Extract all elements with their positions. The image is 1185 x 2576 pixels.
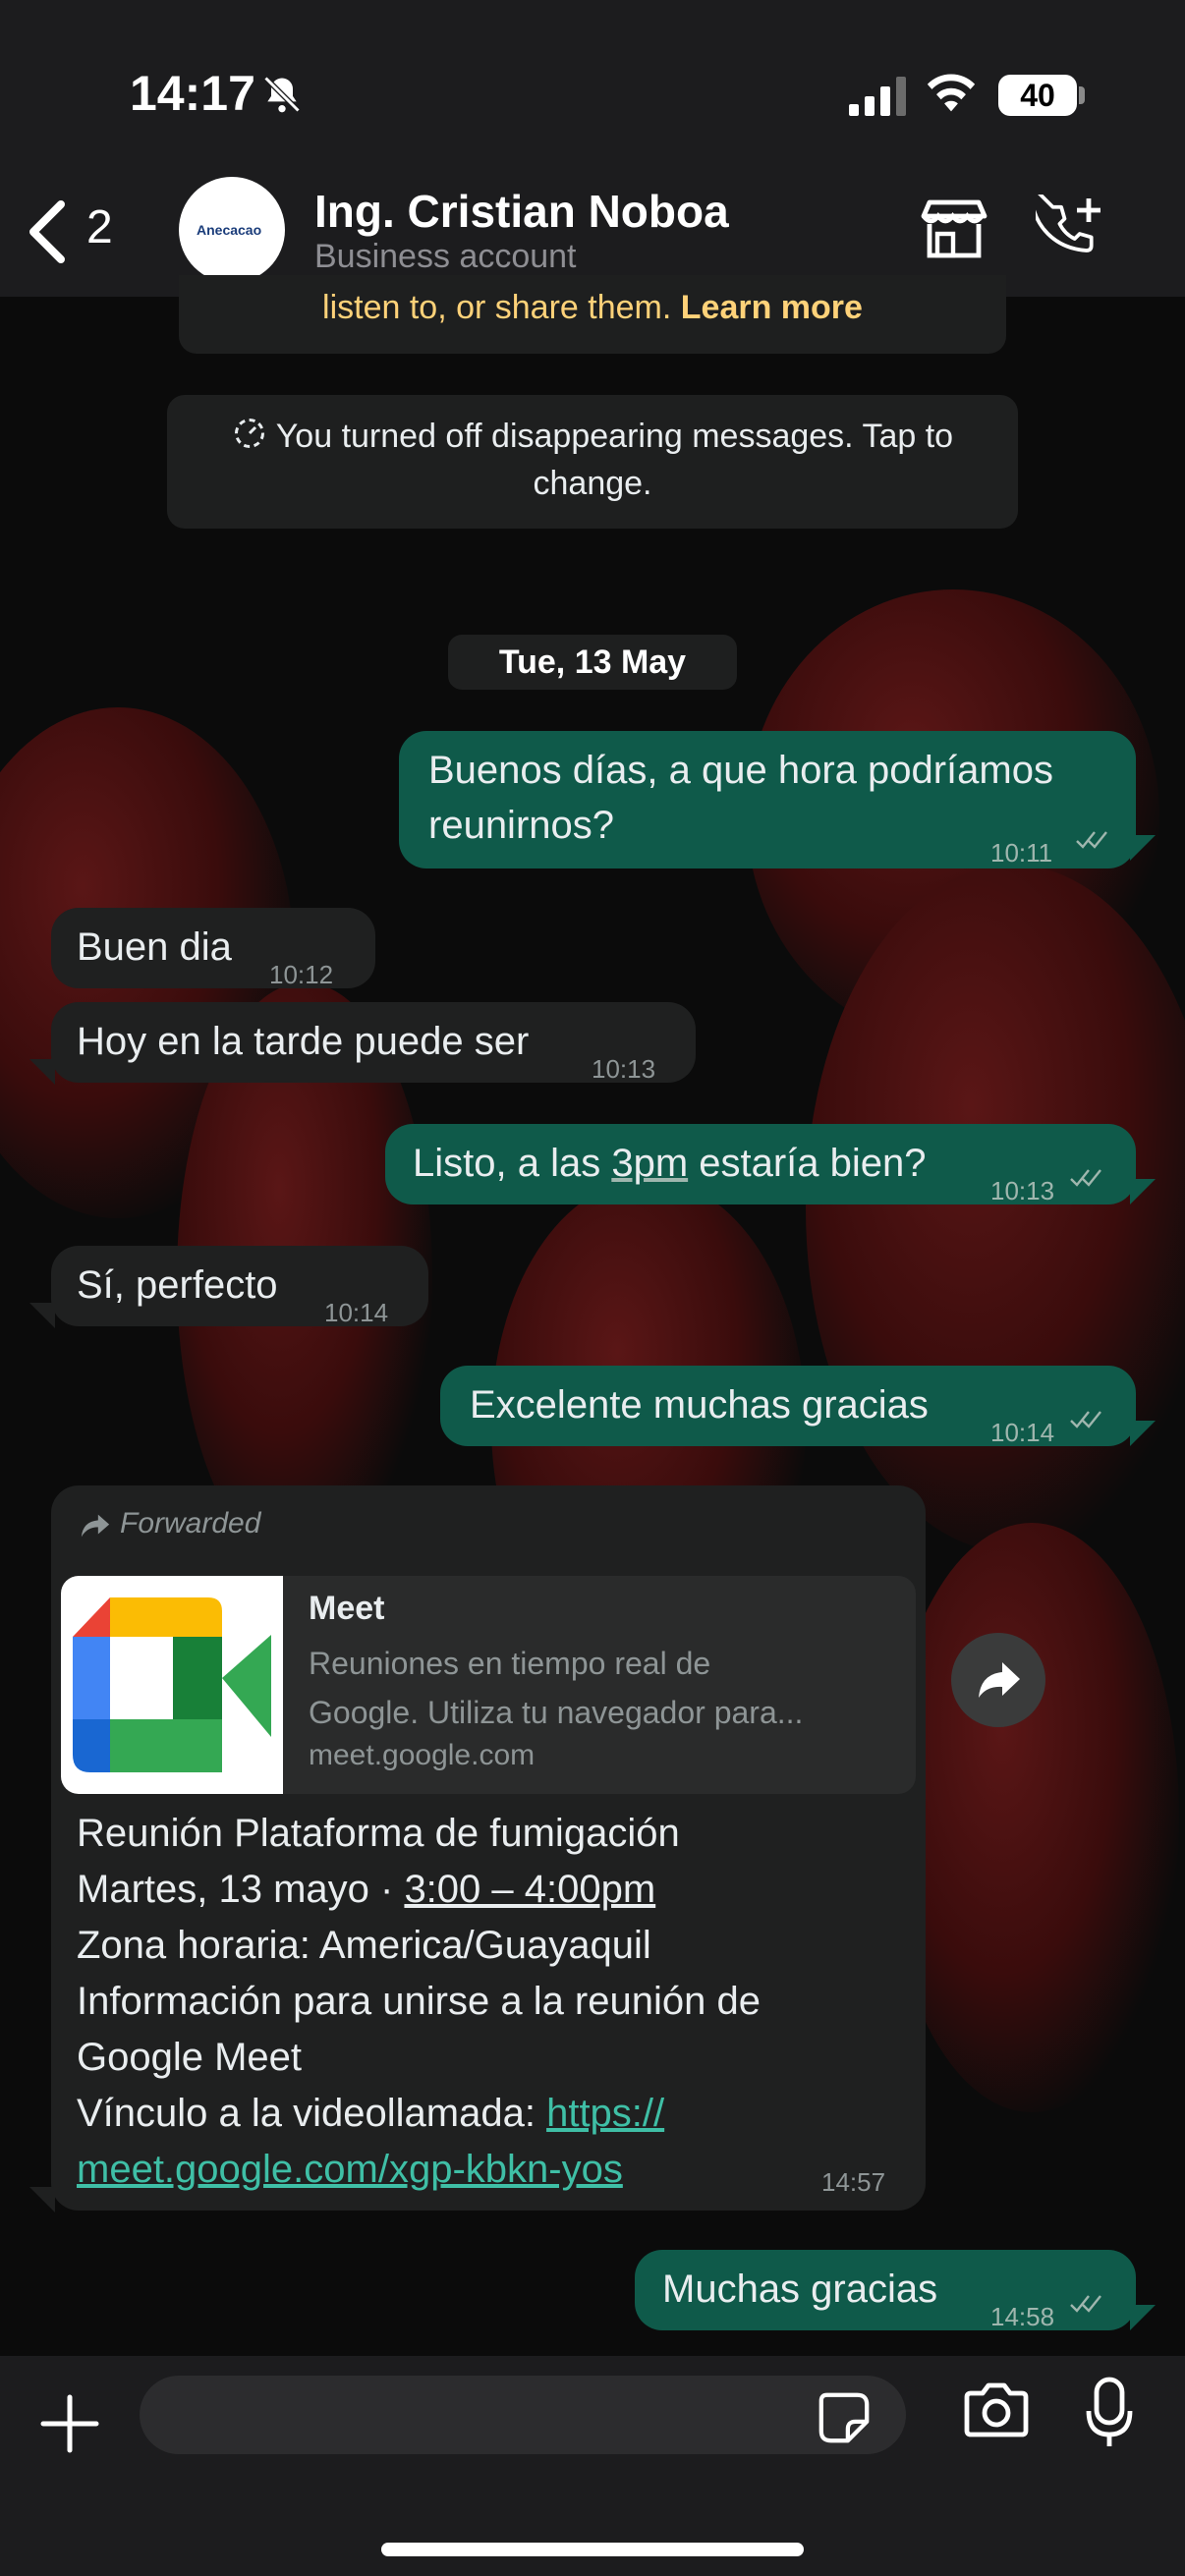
body-line: meet.google.com/xgp-kbkn-yos: [77, 2142, 902, 2198]
forwarded-body: Reunión Plataforma de fumigación Martes,…: [77, 1806, 902, 2198]
meet-thumbnail: [61, 1576, 283, 1794]
sticker-icon[interactable]: [816, 2389, 873, 2446]
signal-icon: [849, 77, 906, 116]
forward-arrow-icon: [81, 1514, 110, 1538]
camera-icon[interactable]: [961, 2381, 1032, 2440]
avatar[interactable]: Anecacao: [179, 177, 285, 283]
clock: 14:17: [130, 66, 255, 121]
encryption-notice[interactable]: listen to, or share them. Learn more: [179, 275, 1006, 354]
share-button[interactable]: [951, 1633, 1045, 1727]
back-unread-count[interactable]: 2: [86, 200, 113, 254]
forwarded-message[interactable]: Forwarded Meet Reuniones en tiempo real …: [51, 1485, 926, 2211]
meet-link[interactable]: meet.google.com/xgp-kbkn-yos: [77, 2148, 623, 2191]
message-text: Muchas gracias: [662, 2268, 938, 2311]
plus-icon[interactable]: [39, 2393, 100, 2454]
message-text: Listo, a las 3pm estaría bien?: [413, 1136, 927, 1191]
google-meet-logo-icon: [73, 1597, 271, 1772]
wifi-icon: [927, 74, 976, 112]
preview-url: meet.google.com: [309, 1739, 536, 1771]
microphone-icon[interactable]: [1085, 2376, 1134, 2450]
message-text: reunirnos?: [428, 804, 615, 847]
preview-title: Meet: [309, 1590, 385, 1627]
body-line: Google Meet: [77, 2036, 303, 2079]
message-out[interactable]: Buenos días, a que hora podríamos reunir…: [399, 731, 1136, 868]
bubble-tail: [1130, 1179, 1156, 1204]
body-line: Zona horaria: America/Guayaquil: [77, 1924, 651, 1967]
double-check-icon: [1070, 1169, 1101, 1187]
message-time: 10:12: [269, 960, 334, 989]
date-chip: Tue, 13 May: [448, 635, 737, 690]
message-time: 10:13: [990, 1176, 1055, 1205]
avatar-logo: Anecacao: [197, 222, 262, 238]
disappearing-notice-text: You turned off disappearing messages. Ta…: [275, 418, 954, 502]
body-line: Martes, 13 mayo · 3:00 – 4:00pm: [77, 1862, 902, 1918]
body-line: Información para unirse a la reunión de: [77, 1980, 761, 2023]
encryption-notice-text: listen to, or share them.: [322, 289, 672, 326]
time-range-link[interactable]: 3:00 – 4:00pm: [404, 1868, 655, 1911]
message-time: 10:13: [592, 1054, 656, 1084]
composer-bar: [0, 2356, 1185, 2576]
meet-link[interactable]: https://: [546, 2092, 664, 2135]
body-text: Vínculo a la videollamada:: [77, 2092, 547, 2135]
timer-icon: [234, 419, 264, 448]
bubble-tail: [1130, 1421, 1156, 1446]
bubble-tail: [29, 2187, 55, 2212]
message-text-part: estaría bien?: [688, 1142, 927, 1185]
bubble-tail: [29, 1303, 55, 1328]
home-indicator[interactable]: [381, 2543, 804, 2556]
bubble-tail: [1130, 2305, 1156, 2330]
add-call-icon[interactable]: [1036, 195, 1106, 265]
back-chevron-icon[interactable]: [22, 196, 73, 267]
bubble-tail: [1130, 835, 1156, 861]
message-time: 10:11: [990, 838, 1053, 868]
battery-indicator: 40: [998, 75, 1077, 116]
message-text: Sí, perfecto: [77, 1263, 278, 1307]
message-text: Buenos días, a que hora podríamos: [428, 749, 1053, 792]
message-time: 14:58: [990, 2302, 1055, 2331]
message-in[interactable]: Hoy en la tarde puede ser 10:13: [51, 1002, 696, 1084]
body-text: Martes, 13 mayo ·: [77, 1868, 405, 1911]
message-out[interactable]: Excelente muchas gracias 10:14: [440, 1366, 1136, 1447]
double-check-icon: [1070, 1411, 1101, 1428]
status-bar: 14:17 40: [0, 0, 1185, 177]
message-time: 14:57: [821, 2167, 886, 2197]
preview-description-line: Reuniones en tiempo real de: [309, 1646, 711, 1681]
forwarded-label: Forwarded: [120, 1507, 261, 1540]
message-input[interactable]: [140, 2376, 906, 2454]
message-time: 10:14: [990, 1418, 1055, 1447]
store-icon[interactable]: [918, 196, 990, 261]
message-out[interactable]: Listo, a las 3pm estaría bien? 10:13: [385, 1124, 1136, 1205]
body-line: Vínculo a la videollamada: https://: [77, 2086, 902, 2142]
message-text-part: Listo, a las: [413, 1142, 612, 1185]
double-check-icon: [1070, 2295, 1101, 2313]
message-text: Buen dia: [77, 925, 232, 969]
battery-tip: [1079, 86, 1085, 104]
preview-description: Reuniones en tiempo real de Google. Util…: [309, 1639, 898, 1737]
bubble-tail: [29, 1059, 55, 1085]
share-icon: [979, 1662, 1020, 1698]
message-out[interactable]: Muchas gracias 14:58: [635, 2250, 1136, 2331]
message-text: Hoy en la tarde puede ser: [77, 1020, 530, 1063]
learn-more-link[interactable]: Learn more: [681, 289, 863, 326]
message-in[interactable]: Buen dia 10:12: [51, 908, 375, 989]
link-preview[interactable]: Meet Reuniones en tiempo real de Google.…: [61, 1576, 916, 1794]
message-in[interactable]: Sí, perfecto 10:14: [51, 1246, 428, 1327]
contact-subtitle: Business account: [314, 238, 577, 275]
bell-slash-icon: [263, 76, 301, 113]
contact-name[interactable]: Ing. Cristian Noboa: [314, 185, 729, 238]
body-line: Reunión Plataforma de fumigación: [77, 1812, 680, 1855]
time-link[interactable]: 3pm: [611, 1142, 688, 1185]
double-check-icon: [1076, 831, 1107, 849]
message-time: 10:14: [324, 1298, 389, 1327]
message-text: Excelente muchas gracias: [470, 1383, 929, 1427]
disappearing-notice[interactable]: You turned off disappearing messages. Ta…: [167, 395, 1018, 529]
preview-description-line: Google. Utiliza tu navegador para...: [309, 1695, 804, 1730]
